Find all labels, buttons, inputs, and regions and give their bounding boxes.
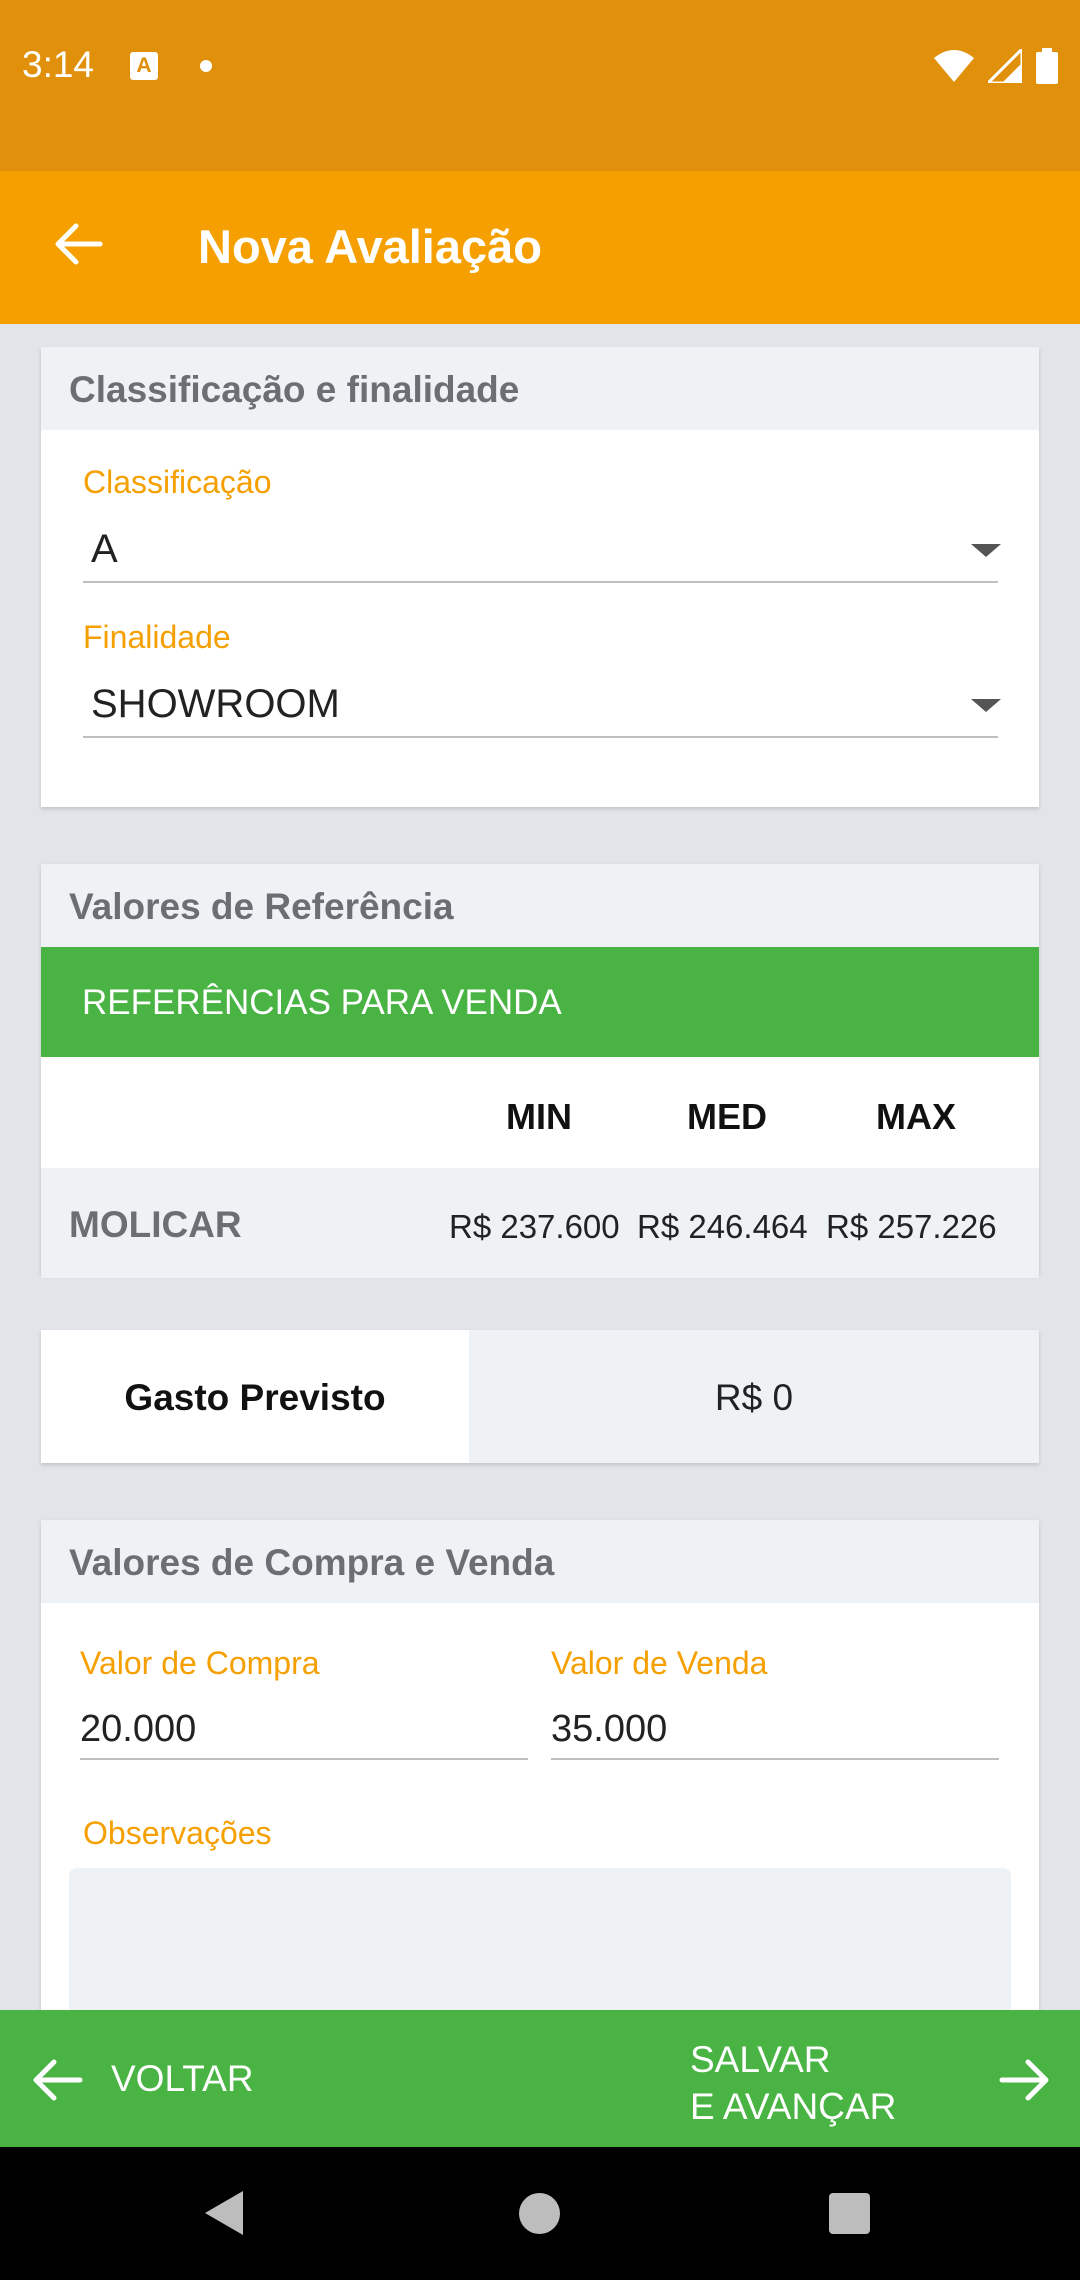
- status-icons: [934, 48, 1058, 84]
- ref-med-value: R$ 246.464: [637, 1208, 808, 1245]
- salvar-avancar-button[interactable]: SALVAR E AVANÇAR: [660, 2010, 1080, 2147]
- finalidade-select[interactable]: SHOWROOM: [83, 672, 1001, 742]
- ref-source-name: MOLICAR: [69, 1204, 242, 1245]
- wifi-icon: [934, 50, 974, 82]
- arrow-back-icon[interactable]: [50, 216, 106, 272]
- divider: [83, 736, 998, 738]
- gasto-previsto-card: Gasto Previsto R$ 0: [41, 1330, 1039, 1463]
- col-min: MIN: [506, 1096, 572, 1137]
- finalidade-value: SHOWROOM: [91, 682, 340, 726]
- chevron-down-icon: [971, 544, 1001, 557]
- arrow-forward-icon: [999, 2059, 1049, 2101]
- notification-dot-icon: [200, 60, 212, 72]
- divider: [551, 1758, 999, 1760]
- notification-a-icon: A: [130, 52, 158, 80]
- valor-venda-input[interactable]: 35.000: [551, 1700, 999, 1762]
- gasto-previsto-value: R$ 0: [469, 1330, 1039, 1463]
- nav-back-icon[interactable]: [205, 2191, 243, 2235]
- status-time: 3:14: [22, 44, 95, 85]
- nav-home-icon[interactable]: [519, 2193, 560, 2234]
- classificacao-label: Classificação: [83, 464, 272, 500]
- divider: [80, 1758, 528, 1760]
- voltar-button[interactable]: VOLTAR: [0, 2010, 400, 2147]
- valor-venda-value: 35.000: [551, 1708, 668, 1750]
- card-header: Valores de Referência: [41, 864, 1039, 947]
- classificacao-value: A: [91, 527, 118, 571]
- referencias-venda-band: REFERÊNCIAS PARA VENDA: [41, 947, 1039, 1057]
- voltar-label: VOLTAR: [111, 2058, 254, 2099]
- page-title: Nova Avaliação: [198, 220, 542, 273]
- classificacao-select[interactable]: A: [83, 517, 1001, 587]
- referencia-card: Valores de Referência REFERÊNCIAS PARA V…: [41, 864, 1039, 1278]
- finalidade-label: Finalidade: [83, 619, 231, 655]
- classificacao-card: Classificação e finalidade Classificação…: [41, 347, 1039, 807]
- card-header: Classificação e finalidade: [41, 347, 1039, 430]
- arrow-back-icon: [33, 2059, 83, 2101]
- valor-venda-label: Valor de Venda: [551, 1645, 768, 1681]
- salvar-avancar-label: SALVAR E AVANÇAR: [690, 2039, 897, 2127]
- valor-compra-value: 20.000: [80, 1708, 197, 1750]
- system-nav-bar: [0, 2147, 1080, 2280]
- bottom-action-bar: VOLTAR SALVAR E AVANÇAR: [0, 2010, 1080, 2147]
- battery-icon: [1036, 48, 1058, 84]
- valor-compra-input[interactable]: 20.000: [80, 1700, 528, 1762]
- ref-max-value: R$ 257.226: [826, 1208, 997, 1245]
- card-header: Valores de Compra e Venda: [41, 1520, 1039, 1603]
- status-bar: 3:14 A: [0, 0, 1080, 171]
- table-row: MOLICAR R$ 237.600 R$ 246.464 R$ 257.226: [41, 1168, 1039, 1278]
- compra-venda-card: Valores de Compra e Venda Valor de Compr…: [41, 1520, 1039, 2080]
- col-max: MAX: [876, 1096, 956, 1137]
- chevron-down-icon: [971, 699, 1001, 712]
- divider: [83, 581, 998, 583]
- signal-icon: [988, 49, 1022, 83]
- valor-compra-label: Valor de Compra: [80, 1645, 320, 1681]
- gasto-previsto-label: Gasto Previsto: [41, 1330, 469, 1463]
- col-med: MED: [687, 1096, 767, 1137]
- app-bar: Nova Avaliação: [0, 171, 1080, 324]
- nav-recents-icon[interactable]: [829, 2193, 870, 2234]
- ref-min-value: R$ 237.600: [449, 1208, 620, 1245]
- observacoes-label: Observações: [83, 1815, 272, 1851]
